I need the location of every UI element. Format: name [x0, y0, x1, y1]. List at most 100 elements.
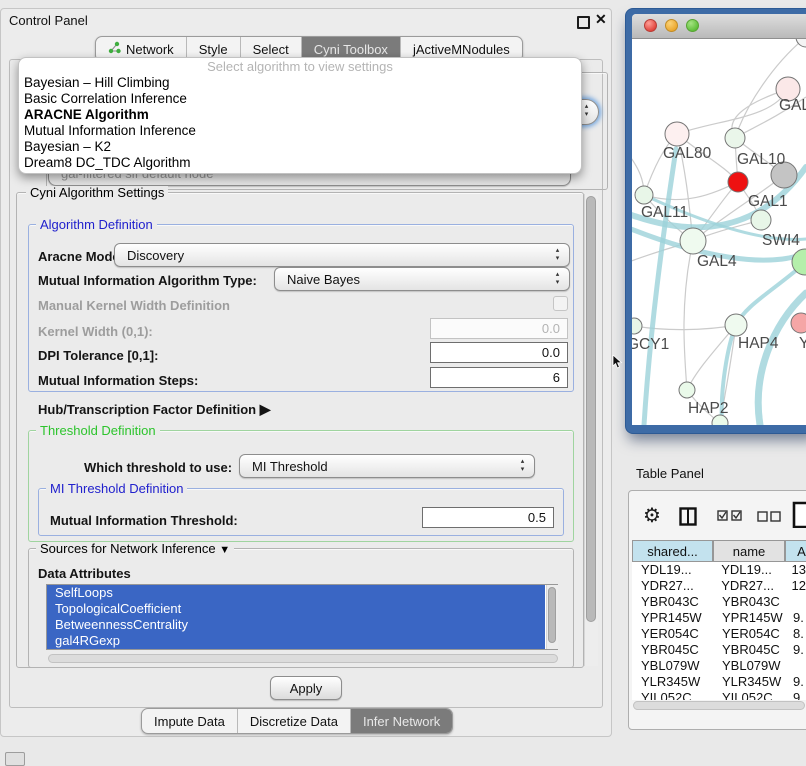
- tab-label: Network: [126, 42, 174, 57]
- deselect-rows-icon[interactable]: [757, 511, 781, 522]
- algorithm-option-mutual-information-inference[interactable]: Mutual Information Inference: [19, 123, 581, 139]
- algorithm-option-dream8-dc-tdc-algorithm[interactable]: Dream8 DC_TDC Algorithm: [19, 155, 581, 171]
- close-window-icon[interactable]: [644, 19, 657, 32]
- table-row[interactable]: YDL19...YDL19...13: [632, 562, 806, 578]
- network-node[interactable]: [635, 186, 653, 204]
- algorithm-option-bayesian-hill-climbing[interactable]: Bayesian – Hill Climbing: [19, 75, 581, 91]
- network-node[interactable]: [665, 122, 689, 146]
- network-edge[interactable]: [684, 241, 693, 390]
- network-view-window[interactable]: GALGAL80GAL10GAL1GAL11SWI4GAL4GCY1HAP4YH…: [626, 9, 806, 433]
- column-header-shared-[interactable]: shared...: [632, 540, 713, 562]
- table-cell: YDR27...: [632, 578, 712, 594]
- threshold-definition-title: Threshold Definition: [36, 424, 160, 438]
- expand-down-icon: ▼: [219, 544, 230, 556]
- attribute-item-gal4rgexp[interactable]: gal4RGexp: [47, 633, 545, 649]
- manual-kernel-checkbox[interactable]: [553, 296, 568, 311]
- algorithm-option-aracne-algorithm[interactable]: ARACNE Algorithm: [19, 107, 581, 123]
- algorithm-definition-title: Algorithm Definition: [36, 218, 157, 232]
- dpi-tolerance-field[interactable]: 0.0: [430, 342, 568, 363]
- kernel-width-field[interactable]: 0.0: [430, 318, 568, 339]
- tab-discretize-data[interactable]: Discretize Data: [238, 709, 351, 733]
- table-cell: YLR345W: [632, 674, 713, 690]
- table-cell: 9.: [785, 610, 804, 626]
- network-node-label: HAP4: [738, 335, 779, 352]
- network-node[interactable]: [791, 313, 806, 333]
- mi-threshold-field[interactable]: 0.5: [422, 507, 554, 528]
- panel-title: Control Panel: [9, 13, 88, 28]
- mi-type-label: Mutual Information Algorithm Type:: [38, 273, 257, 288]
- mi-type-combobox[interactable]: Naive Bayes▴▾: [274, 267, 570, 291]
- table-cell: YBL079W: [632, 658, 713, 674]
- close-panel-icon[interactable]: ✕: [595, 11, 607, 28]
- network-node[interactable]: [679, 382, 695, 398]
- table-hscrollbar[interactable]: [633, 701, 805, 710]
- column-header-name[interactable]: name: [713, 540, 785, 562]
- network-node[interactable]: [796, 39, 806, 47]
- table-row[interactable]: YPR145WYPR145W9.: [632, 610, 806, 626]
- table-cell: YDR27...: [712, 578, 783, 594]
- restore-panel-button[interactable]: [5, 752, 25, 766]
- attribute-item-betweennesscentrality[interactable]: BetweennessCentrality: [47, 617, 545, 633]
- table-cell: YPR145W: [713, 610, 785, 626]
- data-attributes-label: Data Attributes: [38, 566, 131, 581]
- algorithm-dropdown-popup: Select algorithm to view settings Bayesi…: [18, 57, 582, 174]
- network-node[interactable]: [751, 210, 771, 230]
- network-node[interactable]: [725, 314, 747, 336]
- table-row[interactable]: YBR043CYBR043C: [632, 594, 806, 610]
- attribute-item-topologicalcoefficient[interactable]: TopologicalCoefficient: [47, 601, 545, 617]
- scrollbar-thumb[interactable]: [548, 587, 556, 643]
- hub-definition-toggle[interactable]: Hub/Transcription Factor Definition ▶: [38, 401, 271, 418]
- settings-gear-icon[interactable]: ⚙: [643, 503, 661, 528]
- column-visibility-icon[interactable]: [679, 507, 697, 526]
- algorithm-option-basic-correlation-inference[interactable]: Basic Correlation Inference: [19, 91, 581, 107]
- table-row[interactable]: YLR345WYLR345W9.: [632, 674, 806, 690]
- aracne-mode-combobox[interactable]: Discovery▴▾: [114, 243, 570, 267]
- table-cell: YPR145W: [632, 610, 713, 626]
- table-row[interactable]: YBL079WYBL079W: [632, 658, 806, 674]
- network-edge[interactable]: [634, 325, 736, 330]
- algorithm-option-bayesian-k2[interactable]: Bayesian – K2: [19, 139, 581, 155]
- select-all-rows-icon[interactable]: [717, 510, 743, 522]
- network-node[interactable]: [632, 318, 642, 334]
- settings-scrollbar[interactable]: [584, 194, 598, 666]
- tab-impute-data[interactable]: Impute Data: [142, 709, 238, 733]
- table-cell: 9.: [785, 674, 804, 690]
- table-cell: YBR045C: [713, 642, 785, 658]
- table-cell: 12: [784, 578, 806, 594]
- table-cell: YBR043C: [713, 594, 785, 610]
- table-row[interactable]: YBR045CYBR045C9.: [632, 642, 806, 658]
- column-header-a[interactable]: A: [785, 540, 806, 562]
- network-node[interactable]: [728, 172, 748, 192]
- tab-infer-network[interactable]: Infer Network: [351, 709, 452, 733]
- network-window-titlebar[interactable]: [632, 14, 806, 39]
- attribute-item-selfloops[interactable]: SelfLoops: [47, 585, 545, 601]
- table-row[interactable]: YER054CYER054C8.: [632, 626, 806, 642]
- table-cell: YER054C: [713, 626, 785, 642]
- tab-label: Infer Network: [363, 714, 440, 729]
- attributes-scrollbar[interactable]: [546, 585, 558, 649]
- network-canvas[interactable]: GALGAL80GAL10GAL1GAL11SWI4GAL4GCY1HAP4YH…: [632, 39, 806, 425]
- sources-toggle[interactable]: Sources for Network Inference ▼: [36, 542, 234, 557]
- spinner-icon: ▴▾: [582, 103, 591, 119]
- network-node-label: GAL4: [697, 253, 737, 270]
- network-node[interactable]: [680, 228, 706, 254]
- tab-label: Style: [199, 42, 228, 57]
- network-node-label: GCY1: [632, 336, 669, 353]
- table-row[interactable]: YIL052CYIL052C9: [632, 690, 806, 700]
- table-cell: YDL19...: [632, 562, 712, 578]
- network-node[interactable]: [725, 128, 745, 148]
- minimize-window-icon[interactable]: [665, 19, 678, 32]
- float-panel-icon[interactable]: [577, 16, 590, 29]
- which-threshold-combobox[interactable]: MI Threshold▴▾: [239, 454, 535, 478]
- table-row[interactable]: YDR27...YDR27...12: [632, 578, 806, 594]
- mi-steps-field[interactable]: 6: [430, 367, 568, 388]
- attributes-hscrollbar[interactable]: [48, 654, 558, 663]
- mi-threshold-title: MI Threshold Definition: [46, 482, 187, 496]
- export-table-icon[interactable]: [792, 501, 806, 528]
- data-attributes-list[interactable]: SelfLoopsTopologicalCoefficientBetweenne…: [46, 584, 558, 650]
- tab-label: Discretize Data: [250, 714, 338, 729]
- zoom-window-icon[interactable]: [686, 19, 699, 32]
- apply-button[interactable]: Apply: [270, 676, 342, 700]
- network-edge[interactable]: [644, 182, 738, 200]
- scrollbar-thumb[interactable]: [586, 196, 596, 622]
